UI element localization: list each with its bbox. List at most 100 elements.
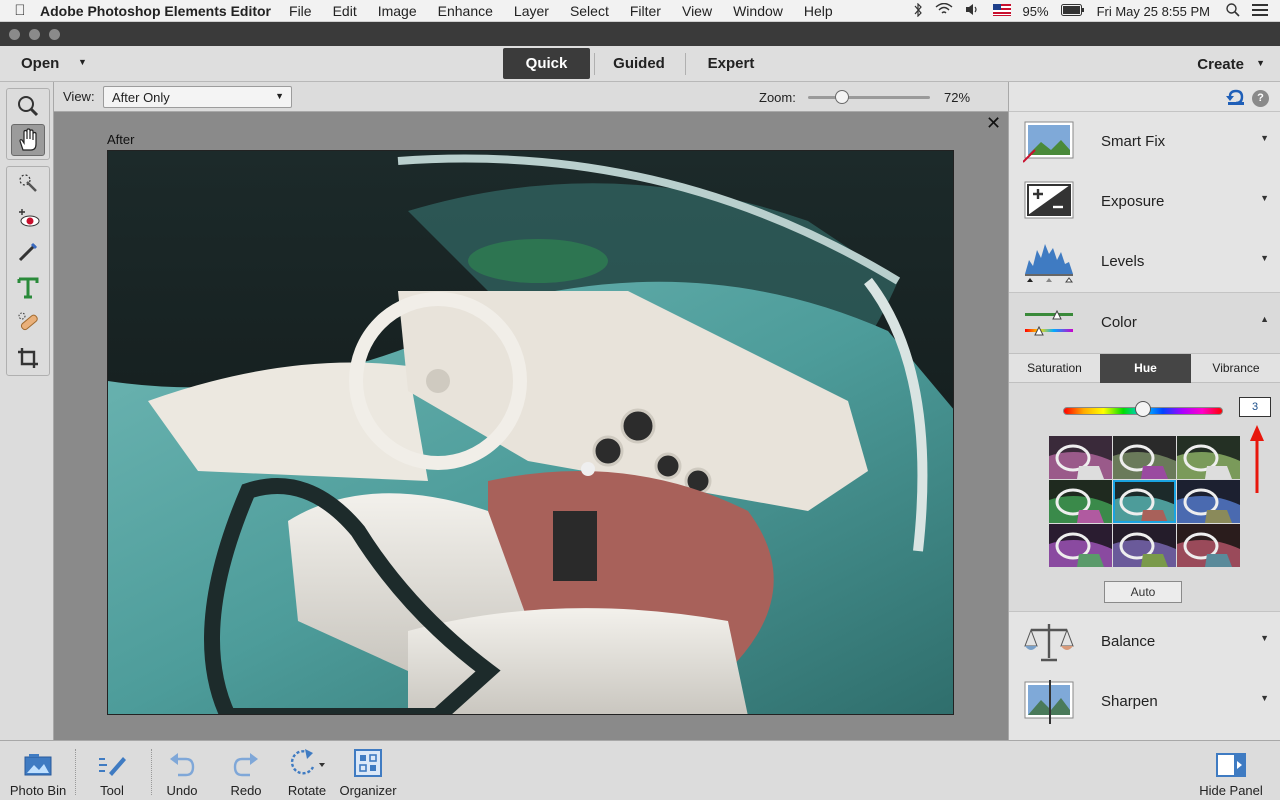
- crop-icon[interactable]: [11, 342, 45, 374]
- hue-preset[interactable]: [1049, 524, 1112, 567]
- redo-button[interactable]: Redo: [222, 741, 270, 800]
- photo-bin-icon: [6, 741, 70, 777]
- tab-expert[interactable]: Expert: [688, 48, 774, 79]
- zoom-icon[interactable]: [11, 90, 45, 122]
- zoom-slider-thumb[interactable]: [835, 90, 850, 104]
- menu-enhance[interactable]: Enhance: [438, 3, 493, 19]
- menu-image[interactable]: Image: [378, 3, 417, 19]
- clock[interactable]: Fri May 25 8:55 PM: [1097, 4, 1210, 19]
- notification-center-icon[interactable]: [1252, 3, 1268, 19]
- open-button[interactable]: Open: [21, 55, 59, 72]
- text-icon[interactable]: [11, 272, 45, 304]
- taskbar-label: Photo Bin: [9, 783, 67, 798]
- menu-select[interactable]: Select: [570, 3, 609, 19]
- tab-saturation[interactable]: Saturation: [1009, 354, 1100, 383]
- window-titlebar: [0, 22, 1280, 46]
- menu-view[interactable]: View: [682, 3, 712, 19]
- hue-preset[interactable]: [1113, 524, 1176, 567]
- hue-preset[interactable]: [1177, 524, 1240, 567]
- document-image[interactable]: [107, 150, 954, 715]
- canvas-area: After ✕: [54, 112, 1008, 740]
- hue-preset-selected[interactable]: [1113, 480, 1176, 523]
- undo-button[interactable]: Undo: [158, 741, 206, 800]
- menu-help[interactable]: Help: [804, 3, 833, 19]
- taskbar-divider: [151, 749, 152, 795]
- red-eye-icon[interactable]: [11, 203, 45, 235]
- organizer-button[interactable]: Organizer: [336, 741, 400, 800]
- annotation-arrow: [1249, 423, 1265, 496]
- battery-icon[interactable]: [1060, 3, 1085, 19]
- open-dropdown-icon[interactable]: ▼: [78, 57, 87, 67]
- hue-preset[interactable]: [1177, 480, 1240, 523]
- chevron-down-icon: ▼: [1260, 193, 1269, 203]
- menu-file[interactable]: File: [289, 3, 312, 19]
- help-icon[interactable]: ?: [1252, 90, 1269, 107]
- taskbar-label: Redo: [230, 783, 262, 798]
- view-select[interactable]: After Only ▼: [103, 86, 292, 108]
- rotate-button[interactable]: Rotate: [282, 741, 332, 800]
- whiten-teeth-icon[interactable]: [11, 236, 45, 268]
- create-dropdown-icon[interactable]: ▼: [1256, 58, 1265, 68]
- chevron-up-icon: ▲: [1260, 314, 1269, 324]
- hue-preset[interactable]: [1177, 436, 1240, 479]
- bluetooth-icon[interactable]: [913, 2, 923, 20]
- menu-window[interactable]: Window: [733, 3, 783, 19]
- chevron-down-icon: ▼: [1260, 633, 1269, 643]
- adjustment-balance[interactable]: Balance ▼: [1009, 612, 1280, 672]
- menu-edit[interactable]: Edit: [333, 3, 357, 19]
- spot-healing-icon[interactable]: [11, 306, 45, 338]
- hue-preset[interactable]: [1049, 436, 1112, 479]
- minimize-window-button[interactable]: [29, 29, 40, 40]
- tab-vibrance[interactable]: Vibrance: [1191, 354, 1280, 383]
- zoom-window-button[interactable]: [49, 29, 60, 40]
- redo-icon: [222, 741, 270, 777]
- app-name-menu[interactable]: Adobe Photoshop Elements Editor: [40, 3, 271, 19]
- zoom-label: Zoom:: [759, 90, 796, 105]
- tab-quick[interactable]: Quick: [503, 48, 590, 79]
- tool-options-button[interactable]: Tool Options: [76, 741, 148, 800]
- battery-percent[interactable]: 95%: [1023, 4, 1049, 19]
- zoom-slider[interactable]: [808, 96, 930, 99]
- tab-hue[interactable]: Hue: [1100, 354, 1191, 383]
- hue-preset[interactable]: [1049, 480, 1112, 523]
- volume-icon[interactable]: [965, 3, 981, 19]
- hue-value-field[interactable]: 3: [1239, 397, 1271, 417]
- tab-guided[interactable]: Guided: [596, 48, 682, 79]
- adjustments-panel: ? Smart Fix ▼ Exposure ▼ Levels ▼ Color …: [1008, 82, 1280, 740]
- flag-icon[interactable]: [992, 3, 1011, 19]
- wifi-icon[interactable]: [935, 2, 953, 19]
- adjustment-smart-fix[interactable]: Smart Fix ▼: [1009, 112, 1280, 172]
- hue-slider-thumb[interactable]: [1135, 401, 1151, 417]
- adjustment-color[interactable]: Color ▲: [1009, 293, 1280, 353]
- adjustment-label: Balance: [1101, 633, 1156, 650]
- hide-panel-button[interactable]: Hide Panel: [1196, 741, 1266, 800]
- create-button[interactable]: Create: [1197, 56, 1244, 73]
- taskbar-label: Tool Options: [90, 783, 135, 800]
- chevron-down-icon: ▼: [1260, 693, 1269, 703]
- taskbar: Photo Bin Tool Options Undo Redo Rotate …: [0, 740, 1280, 800]
- options-bar: View: After Only ▼ Zoom: 72%: [54, 82, 1008, 112]
- spotlight-icon[interactable]: [1226, 2, 1240, 20]
- auto-button[interactable]: Auto: [1104, 581, 1182, 603]
- adjustment-exposure[interactable]: Exposure ▼: [1009, 172, 1280, 232]
- menu-filter[interactable]: Filter: [630, 3, 661, 19]
- car-interior-photo: [108, 151, 953, 714]
- smart-fix-icon: [1022, 120, 1075, 164]
- close-window-button[interactable]: [9, 29, 20, 40]
- quick-selection-icon[interactable]: [11, 167, 45, 199]
- adjustment-sharpen[interactable]: Sharpen ▼: [1009, 672, 1280, 732]
- tool-options-icon: [76, 741, 148, 777]
- taskbar-label: Organizer: [339, 783, 397, 798]
- adjustment-label: Levels: [1101, 253, 1145, 270]
- menu-layer[interactable]: Layer: [514, 3, 549, 19]
- photo-bin-button[interactable]: Photo Bin: [6, 741, 70, 800]
- adjustment-levels[interactable]: Levels ▼: [1009, 232, 1280, 292]
- hand-icon[interactable]: [11, 124, 45, 156]
- balance-icon: [1023, 620, 1075, 664]
- adjustment-label: Smart Fix: [1101, 133, 1166, 150]
- reset-icon[interactable]: [1226, 88, 1246, 109]
- apple-icon[interactable]: : [0, 2, 40, 19]
- toolbox: [0, 82, 54, 740]
- close-icon[interactable]: ✕: [986, 113, 1001, 134]
- hue-preset[interactable]: [1113, 436, 1176, 479]
